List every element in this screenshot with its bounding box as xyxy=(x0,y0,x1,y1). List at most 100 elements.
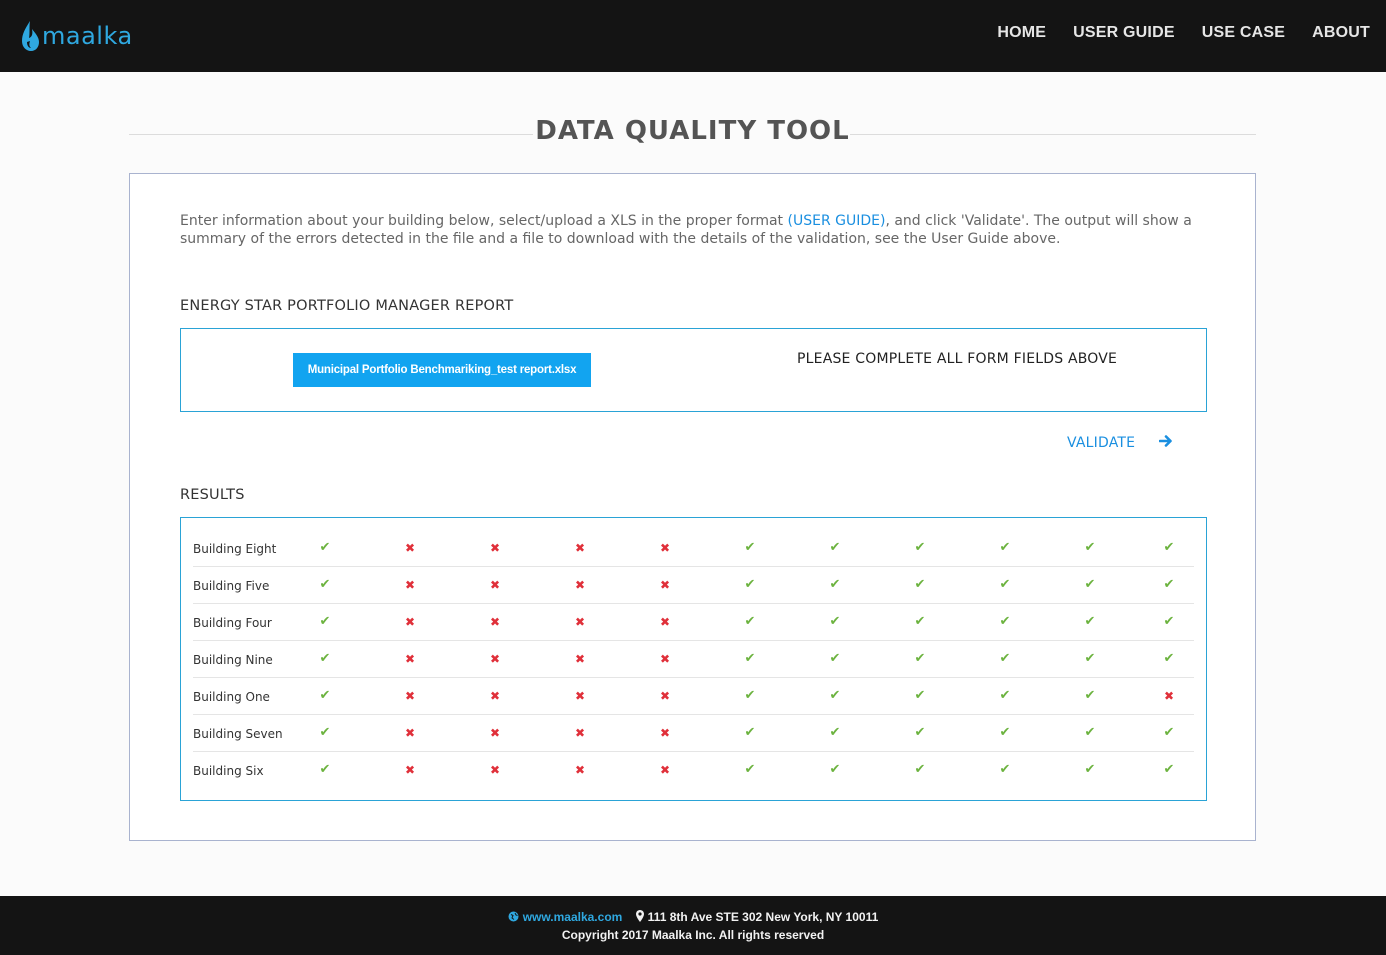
error-x-icon: ✖ xyxy=(659,541,671,555)
error-x-icon: ✖ xyxy=(659,652,671,666)
main-nav: HOME USER GUIDE USE CASE ABOUT xyxy=(970,24,1370,42)
table-row: Building Six ✔ ✖ ✖ ✖ ✖ ✔ ✔ ✔ ✔ ✔ ✔ xyxy=(193,752,1194,789)
error-x-icon: ✖ xyxy=(574,763,586,777)
arrow-right-icon xyxy=(1158,434,1173,452)
check-icon: ✔ xyxy=(829,540,841,555)
check-icon: ✔ xyxy=(1084,577,1096,592)
check-icon: ✔ xyxy=(319,725,331,740)
check-icon: ✔ xyxy=(829,725,841,740)
error-x-icon: ✖ xyxy=(659,726,671,740)
error-x-icon: ✖ xyxy=(489,578,501,592)
nav-about[interactable]: ABOUT xyxy=(1312,24,1370,42)
check-icon: ✔ xyxy=(1163,725,1175,740)
check-icon: ✔ xyxy=(319,540,331,555)
table-row: Building Seven ✔ ✖ ✖ ✖ ✖ ✔ ✔ ✔ ✔ ✔ ✔ xyxy=(193,715,1194,752)
check-icon: ✔ xyxy=(319,688,331,703)
check-icon: ✔ xyxy=(1084,725,1096,740)
check-icon: ✔ xyxy=(1084,688,1096,703)
user-guide-link[interactable]: (USER GUIDE) xyxy=(788,213,886,229)
error-x-icon: ✖ xyxy=(574,652,586,666)
check-icon: ✔ xyxy=(829,651,841,666)
error-x-icon: ✖ xyxy=(659,615,671,629)
building-name: Building Seven xyxy=(193,727,283,741)
check-icon: ✔ xyxy=(319,577,331,592)
error-x-icon: ✖ xyxy=(404,652,416,666)
file-upload-button[interactable]: Municipal Portfolio Benchmariking_test r… xyxy=(293,353,591,387)
intro-text-before: Enter information about your building be… xyxy=(180,213,788,229)
address-text: 111 8th Ave STE 302 New York, NY 10011 xyxy=(647,910,879,924)
check-icon: ✔ xyxy=(999,725,1011,740)
check-icon: ✔ xyxy=(914,577,926,592)
check-icon: ✔ xyxy=(1163,577,1175,592)
flame-logo-icon xyxy=(22,21,39,51)
table-row: Building Nine ✔ ✖ ✖ ✖ ✖ ✔ ✔ ✔ ✔ ✔ ✔ xyxy=(193,641,1194,678)
check-icon: ✔ xyxy=(744,725,756,740)
form-status-message: PLEASE COMPLETE ALL FORM FIELDS ABOVE xyxy=(797,351,1118,367)
error-x-icon: ✖ xyxy=(404,726,416,740)
check-icon: ✔ xyxy=(1084,762,1096,777)
error-x-icon: ✖ xyxy=(659,763,671,777)
check-icon: ✔ xyxy=(1084,614,1096,629)
footer-contact: www.maalka.com 111 8th Ave STE 302 New Y… xyxy=(0,910,1386,925)
building-name: Building Eight xyxy=(193,542,277,556)
check-icon: ✔ xyxy=(829,614,841,629)
website-link[interactable]: www.maalka.com xyxy=(523,910,623,924)
check-icon: ✔ xyxy=(744,688,756,703)
check-icon: ✔ xyxy=(1163,614,1175,629)
error-x-icon: ✖ xyxy=(404,615,416,629)
map-pin-icon xyxy=(635,910,644,925)
nav-use-case[interactable]: USE CASE xyxy=(1202,24,1285,42)
error-x-icon: ✖ xyxy=(489,541,501,555)
error-x-icon: ✖ xyxy=(404,689,416,703)
tool-card: Enter information about your building be… xyxy=(129,173,1256,841)
error-x-icon: ✖ xyxy=(489,652,501,666)
report-upload-box: Municipal Portfolio Benchmariking_test r… xyxy=(180,328,1207,412)
check-icon: ✔ xyxy=(744,614,756,629)
error-x-icon: ✖ xyxy=(574,578,586,592)
check-icon: ✔ xyxy=(999,614,1011,629)
error-x-icon: ✖ xyxy=(574,541,586,555)
check-icon: ✔ xyxy=(999,762,1011,777)
error-x-icon: ✖ xyxy=(574,615,586,629)
table-row: Building One ✔ ✖ ✖ ✖ ✖ ✔ ✔ ✔ ✔ ✔ ✖ xyxy=(193,678,1194,715)
table-row: Building Four ✔ ✖ ✖ ✖ ✖ ✔ ✔ ✔ ✔ ✔ ✔ xyxy=(193,604,1194,641)
check-icon: ✔ xyxy=(914,688,926,703)
maalka-logo[interactable]: maalka xyxy=(20,18,133,54)
page-title: DATA QUALITY TOOL xyxy=(535,116,850,146)
error-x-icon: ✖ xyxy=(574,689,586,703)
check-icon: ✔ xyxy=(829,762,841,777)
results-table: Building Eight ✔ ✖ ✖ ✖ ✖ ✔ ✔ ✔ ✔ ✔ ✔ Building Five ✔ ✖… xyxy=(180,517,1207,801)
check-icon: ✔ xyxy=(999,688,1011,703)
check-icon: ✔ xyxy=(319,651,331,666)
error-x-icon: ✖ xyxy=(574,726,586,740)
top-navbar: maalka HOME USER GUIDE USE CASE ABOUT xyxy=(0,0,1386,72)
validate-button[interactable]: VALIDATE xyxy=(1067,434,1173,452)
nav-home[interactable]: HOME xyxy=(997,24,1046,42)
table-row: Building Eight ✔ ✖ ✖ ✖ ✖ ✔ ✔ ✔ ✔ ✔ ✔ xyxy=(193,530,1194,567)
check-icon: ✔ xyxy=(999,651,1011,666)
logo-text: maalka xyxy=(42,22,133,50)
nav-user-guide[interactable]: USER GUIDE xyxy=(1073,24,1175,42)
check-icon: ✔ xyxy=(999,540,1011,555)
check-icon: ✔ xyxy=(829,688,841,703)
error-x-icon: ✖ xyxy=(489,689,501,703)
globe-icon xyxy=(508,911,519,925)
building-name: Building Four xyxy=(193,616,272,630)
building-name: Building Five xyxy=(193,579,270,593)
error-x-icon: ✖ xyxy=(1163,689,1175,703)
check-icon: ✔ xyxy=(744,540,756,555)
page-title-block: DATA QUALITY TOOL xyxy=(129,112,1256,156)
check-icon: ✔ xyxy=(319,614,331,629)
check-icon: ✔ xyxy=(829,577,841,592)
table-row: Building Five ✔ ✖ ✖ ✖ ✖ ✔ ✔ ✔ ✔ ✔ ✔ xyxy=(193,567,1194,604)
report-section-label: ENERGY STAR PORTFOLIO MANAGER REPORT xyxy=(180,298,514,314)
check-icon: ✔ xyxy=(319,762,331,777)
validate-label: VALIDATE xyxy=(1067,435,1136,451)
check-icon: ✔ xyxy=(744,577,756,592)
error-x-icon: ✖ xyxy=(659,578,671,592)
error-x-icon: ✖ xyxy=(489,615,501,629)
error-x-icon: ✖ xyxy=(404,578,416,592)
check-icon: ✔ xyxy=(744,762,756,777)
copyright-text: Copyright 2017 Maalka Inc. All rights re… xyxy=(561,928,825,942)
error-x-icon: ✖ xyxy=(659,689,671,703)
